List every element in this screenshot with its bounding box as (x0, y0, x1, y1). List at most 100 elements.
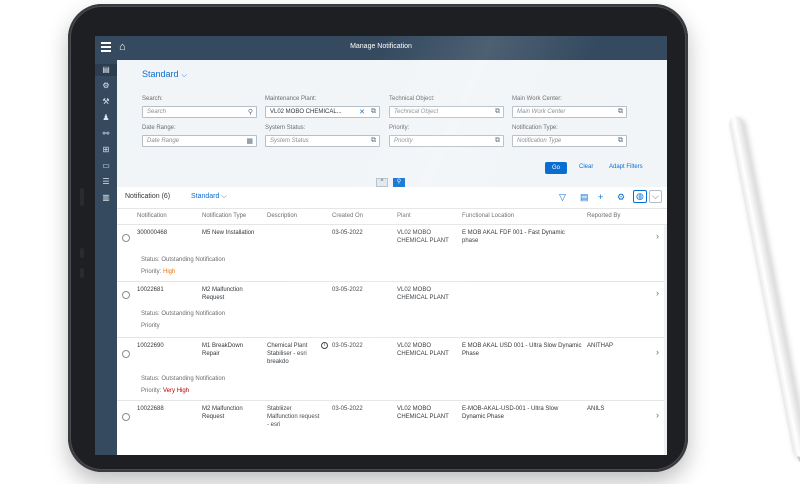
go-button[interactable]: Go (545, 162, 567, 174)
cell-type: M2 Malfunction Request (202, 287, 243, 301)
table-row[interactable]: 10022681 M2 Malfunction Request 03-05-20… (117, 282, 667, 338)
date-range-label: Date Range: (142, 125, 176, 131)
table-header: Notification Notification Type Descripti… (117, 209, 667, 225)
table-row[interactable]: 10022690 M1 BreakDown Repair Chemical Pl… (117, 338, 667, 401)
nav-notifications-icon[interactable]: ▤ (95, 64, 117, 76)
cell-created-on: 03-05-2022 (332, 343, 363, 349)
system-status-input[interactable]: System Status ⧉ (265, 135, 380, 147)
tablet-side-button (80, 268, 84, 278)
clear-button[interactable]: Clear (579, 164, 593, 170)
vertical-scrollbar[interactable] (664, 225, 667, 455)
shell-bar: ⌂ Manage Notification (95, 36, 667, 60)
nav-network-icon[interactable]: ⚯ (100, 128, 112, 140)
value-help-icon[interactable]: ⧉ (371, 137, 376, 145)
cell-notification: 10022690 (137, 343, 164, 349)
work-center-placeholder: Main Work Center (517, 109, 566, 115)
priority-label: Priority: (141, 269, 162, 275)
value-help-icon[interactable]: ⧉ (495, 108, 500, 116)
filter-icon[interactable]: ▽ (559, 192, 566, 203)
notification-type-input[interactable]: Notification Type ⧉ (512, 135, 627, 147)
plant-input[interactable]: VL02 MOBO CHEMICAL... ✕ ⧉ (265, 106, 380, 118)
chevron-right-icon[interactable]: › (656, 410, 659, 420)
search-input[interactable]: Search ⚲ (142, 106, 257, 118)
col-notification-type[interactable]: Notification Type (202, 213, 246, 219)
cell-reported-by: ANILS (587, 406, 605, 412)
cell-created-on: 03-05-2022 (332, 230, 363, 236)
status-value: Outstanding Notification (161, 311, 226, 317)
tablet-screen: ⌂ Manage Notification ▤ ⚙ ⚒ ♟ ⚯ ⊞ ▭ ☰ ▥ … (95, 36, 667, 455)
chevron-right-icon[interactable]: › (656, 288, 659, 298)
row-select-radio[interactable] (122, 291, 130, 299)
nav-building-icon[interactable]: ▥ (100, 192, 112, 204)
clear-value-icon[interactable]: ✕ (359, 108, 365, 116)
value-help-icon[interactable]: ⧉ (618, 108, 623, 116)
row-priority: Priority: High (141, 269, 175, 275)
chevron-down-icon: ⌵ (181, 72, 187, 79)
cell-type: M1 BreakDown Repair (202, 343, 244, 357)
variant-selector[interactable]: Standard ⌵ (142, 69, 187, 80)
chevron-down-icon: ⌵ (221, 193, 227, 200)
add-icon[interactable]: + (598, 192, 603, 202)
cell-description: Stabliizer Malfunction request - esri (267, 406, 320, 428)
col-plant[interactable]: Plant (397, 213, 411, 219)
collapse-header-button[interactable]: ^ (376, 178, 388, 187)
priority-input[interactable]: Priority ⧉ (389, 135, 504, 147)
col-functional-location[interactable]: Functional Location (462, 213, 514, 219)
nav-tools-icon[interactable]: ⚒ (100, 96, 112, 108)
nav-user-icon[interactable]: ♟ (100, 112, 112, 124)
cell-type: M2 Malfunction Request (202, 406, 243, 420)
row-select-radio[interactable] (122, 350, 130, 358)
technical-object-input[interactable]: Technical Object ⧉ (389, 106, 504, 118)
plant-label: Maintenance Plant: (265, 96, 317, 102)
table-count-title: Notification (6) (125, 193, 171, 200)
date-range-placeholder: Date Range (147, 138, 180, 144)
chevron-right-icon[interactable]: › (656, 231, 659, 241)
adapt-filters-button[interactable]: Adapt Filters (609, 164, 643, 170)
cell-reported-by: ANITHAP (587, 343, 614, 349)
calendar-icon[interactable]: ▦ (246, 137, 253, 145)
status-value: Outstanding Notification (161, 376, 226, 382)
row-priority: Priority (141, 323, 160, 329)
stage: ⌂ Manage Notification ▤ ⚙ ⚒ ♟ ⚯ ⊞ ▭ ☰ ▥ … (0, 0, 800, 484)
search-placeholder: Search (147, 109, 167, 115)
gear-icon[interactable]: ⚙ (617, 192, 625, 203)
col-reported-by[interactable]: Reported By (587, 213, 620, 219)
value-help-icon[interactable]: ⧉ (618, 137, 623, 145)
search-label: Search: (142, 96, 163, 102)
cell-functional-location: E MOB AKAL USD 001 - Ultra Slow Dynamic … (462, 343, 582, 357)
chevron-down-icon[interactable]: ⌵ (649, 190, 662, 203)
nav-hierarchy-icon[interactable]: ⊞ (100, 144, 112, 156)
nav-list-icon[interactable]: ☰ (100, 176, 112, 188)
work-center-input[interactable]: Main Work Center ⧉ (512, 106, 627, 118)
pin-header-button[interactable]: ⚲ (393, 178, 405, 187)
value-help-icon[interactable]: ⧉ (495, 137, 500, 145)
cell-plant: VL02 MOBO CHEMICAL PLANT (397, 230, 449, 244)
table-row[interactable]: 300000468 M5 New Installation 03-05-2022… (117, 225, 667, 282)
personalize-icon[interactable]: ◍ (633, 190, 647, 203)
chevron-right-icon[interactable]: › (656, 347, 659, 357)
table-toolbar: Notification (6) Standard ⌵ ▽ ▤ + ⚙ ◍ ⌵ (117, 187, 667, 209)
plant-value: VL02 MOBO CHEMICAL... (270, 109, 342, 115)
variant-label: Standard (142, 69, 179, 79)
technical-object-placeholder: Technical Object (394, 109, 439, 115)
col-description[interactable]: Description (267, 213, 297, 219)
date-range-input[interactable]: Date Range ▦ (142, 135, 257, 147)
priority-label: Priority: (389, 125, 410, 131)
row-select-radio[interactable] (122, 234, 130, 242)
cell-plant: VL02 MOBO CHEMICAL PLANT (397, 406, 449, 420)
col-notification[interactable]: Notification (137, 213, 167, 219)
priority-label: Priority: (141, 388, 162, 394)
info-icon[interactable]: i (319, 341, 328, 349)
tablet-side-button (80, 248, 84, 258)
cell-plant: VL02 MOBO CHEMICAL PLANT (397, 287, 449, 301)
nav-gear-icon[interactable]: ⚙ (100, 80, 112, 92)
row-select-radio[interactable] (122, 413, 130, 421)
filter-bar: Standard ⌵ Search: Search ⚲ Maintenance Pl… (117, 60, 667, 187)
value-help-icon[interactable]: ⧉ (371, 108, 376, 116)
export-icon[interactable]: ▤ (580, 192, 589, 203)
table-variant-selector[interactable]: Standard ⌵ (191, 193, 227, 201)
col-created-on[interactable]: Created On (332, 213, 363, 219)
nav-document-icon[interactable]: ▭ (100, 160, 112, 172)
status-label: Status: (141, 311, 160, 317)
table-row[interactable]: 10022688 M2 Malfunction Request Stabliiz… (117, 401, 667, 455)
